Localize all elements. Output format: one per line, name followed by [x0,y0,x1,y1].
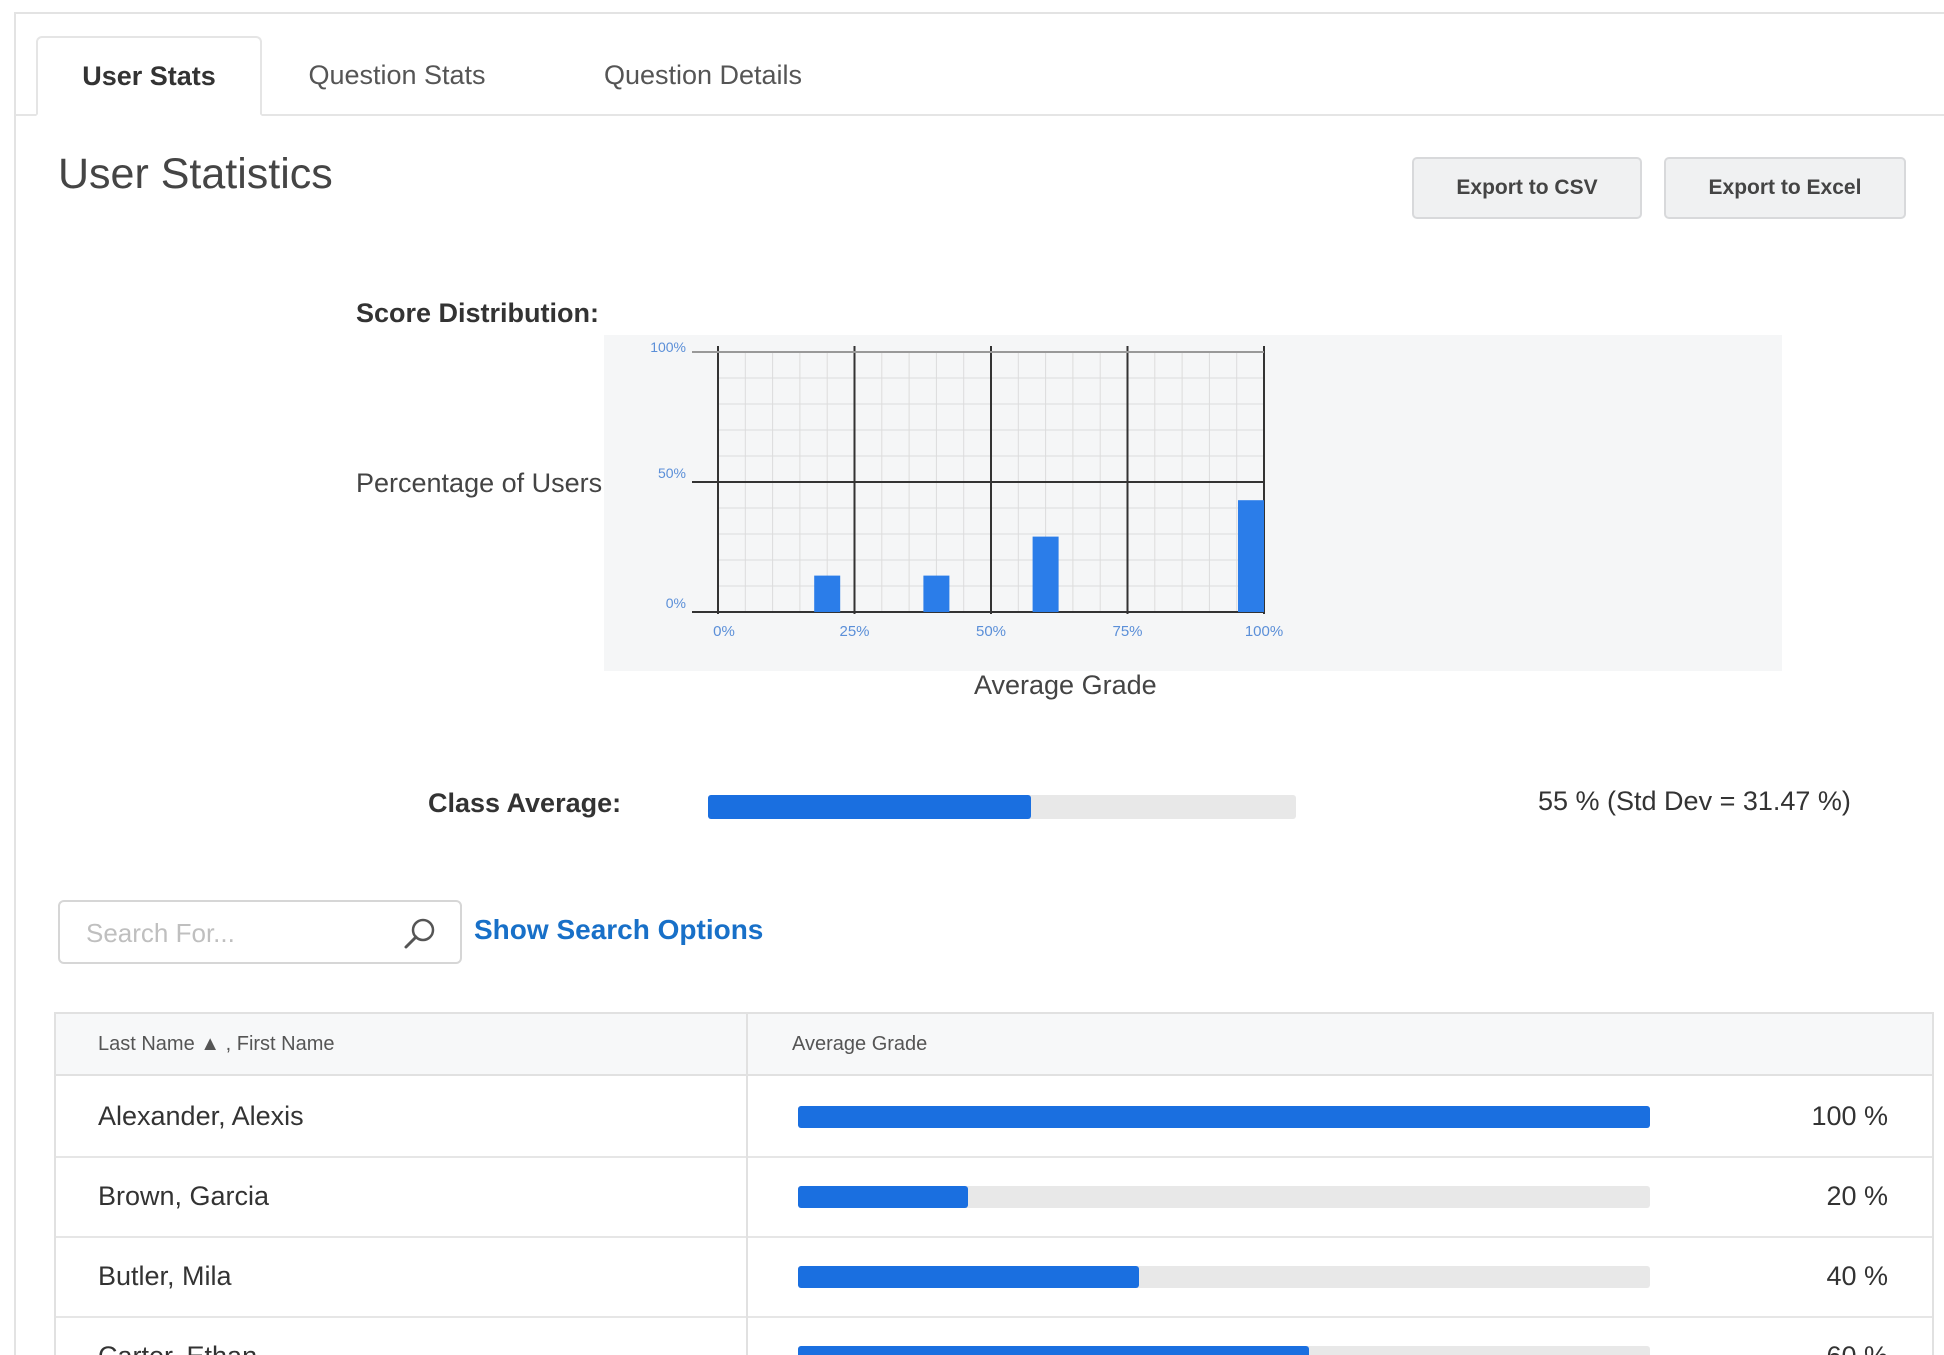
column-header-name[interactable]: Last Name ▲ , First Name [98,1014,335,1074]
table-row: Brown, Garcia 20 % [56,1156,1932,1238]
x-tick-label: 25% [839,623,869,640]
x-tick-label: 75% [1112,623,1142,640]
row-name: Butler, Mila [98,1260,232,1291]
distribution-bar [1238,500,1264,612]
y-tick-label: 100% [650,339,686,355]
grade-bar [798,1186,1650,1208]
table-header: Last Name ▲ , First Name Average Grade [56,1014,1932,1076]
search-icon[interactable] [400,914,440,954]
score-distribution-label: Score Distribution: [356,298,600,328]
show-search-options-link[interactable]: Show Search Options [474,914,763,946]
tab-user-stats[interactable]: User Stats [36,36,262,116]
export-excel-button[interactable]: Export to Excel [1664,157,1906,219]
tab-question-stats[interactable]: Question Stats [286,36,508,114]
x-tick-label: 100% [1245,623,1283,640]
export-csv-button[interactable]: Export to CSV [1412,157,1642,219]
class-average-label: Class Average: [428,788,622,818]
page-title: User Statistics [58,150,333,198]
distribution-bar [923,575,950,612]
grade-value: 40 % [1826,1260,1888,1291]
row-name: Carter, Ethan [98,1316,257,1355]
score-distribution-chart: 100% 50% 0% 0% 25% 50% 75% 100% [650,339,1283,640]
search-input[interactable] [84,910,388,956]
grade-value: 20 % [1826,1180,1888,1211]
major-grid [692,346,1265,614]
y-tick-label: 50% [658,465,686,481]
x-ticks: 0% 25% 50% 75% 100% [713,623,1283,640]
grade-bar-fill [798,1346,1310,1355]
x-tick-label: 50% [976,623,1006,640]
table-row: Carter, Ethan 60 % [56,1316,1932,1355]
column-divider [746,1014,748,1355]
row-name: Alexander, Alexis [98,1100,304,1131]
grade-bar [798,1266,1650,1288]
search-box [58,900,462,964]
grade-value: 100 % [1811,1100,1888,1131]
grade-bar-fill [798,1186,969,1208]
tab-bar: User Stats Question Stats Question Detai… [16,12,1944,116]
user-stats-table: Last Name ▲ , First Name Average Grade A… [54,1012,1934,1355]
grade-bar-fill [798,1266,1139,1288]
class-average-bar [708,795,1296,819]
distribution-bar [1032,536,1059,612]
class-average-fill [708,795,1032,819]
table-row: Butler, Mila 40 % [56,1236,1932,1318]
row-name: Brown, Garcia [98,1180,270,1211]
grade-value: 60 % [1826,1316,1888,1355]
y-tick-label: 0% [666,595,686,611]
column-header-average-grade: Average Grade [792,1032,928,1055]
table-row: Alexander, Alexis 100 % [56,1076,1932,1158]
class-average-value: 55 % (Std Dev = 31.47 %) [1538,786,1851,816]
grade-bar-fill [798,1106,1650,1128]
distribution-bar [814,575,841,612]
tab-question-details[interactable]: Question Details [576,36,830,114]
x-tick-label: 0% [713,623,735,640]
grade-bar [798,1106,1650,1128]
x-axis-label: Average Grade [974,670,1157,700]
y-axis-label: Percentage of Users [356,468,603,498]
grade-bar [798,1346,1650,1355]
y-ticks: 100% 50% 0% [650,339,686,611]
